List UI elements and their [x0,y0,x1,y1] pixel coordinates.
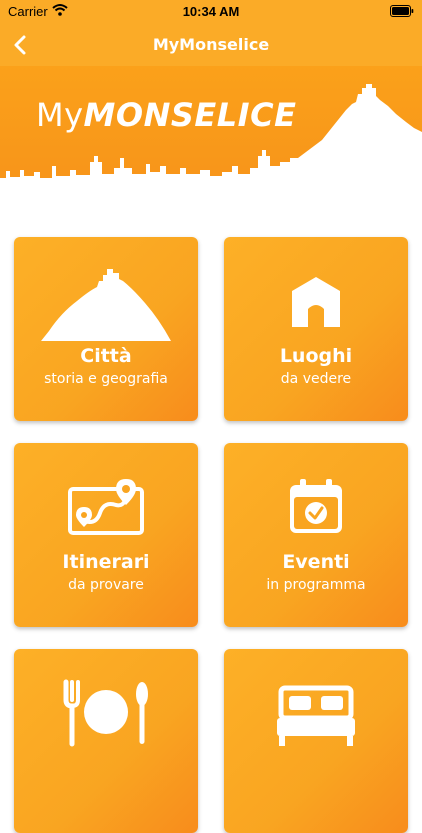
tile-luoghi[interactable]: Luoghi da vedere [224,237,408,421]
restaurant-icon [14,673,198,753]
calendar-check-icon [224,467,408,547]
tile-dormire[interactable] [224,649,408,833]
battery-icon [390,5,414,17]
status-bar: Carrier 10:34 AM [0,0,422,24]
tile-itinerari[interactable]: Itinerari da provare [14,443,198,627]
tile-title: Eventi [282,551,350,573]
tile-citta[interactable]: Città storia e geografia [14,237,198,421]
navigation-bar: MyMonselice [0,24,422,66]
page-title: MyMonselice [152,35,270,54]
hero-banner: MyMONSELICE [0,66,422,190]
tile-subtitle: da provare [68,577,144,593]
status-time: 10:34 AM [182,4,240,19]
tile-title: Itinerari [62,551,150,573]
tile-title: Città [80,345,132,367]
tile-ristoranti[interactable] [14,649,198,833]
tile-subtitle: da vedere [280,371,352,387]
tile-subtitle: in programma [266,577,366,593]
brand-name: MONSELICE [83,96,297,134]
hill-castle-icon [14,261,198,341]
tile-title: Luoghi [279,345,353,367]
building-icon [224,261,408,341]
bed-icon [224,673,408,753]
brand-logo: MyMONSELICE [36,96,296,134]
tile-subtitle: storia e geografia [44,371,168,387]
map-route-icon [14,467,198,547]
tile-eventi[interactable]: Eventi in programma [224,443,408,627]
brand-my: My [36,96,84,134]
